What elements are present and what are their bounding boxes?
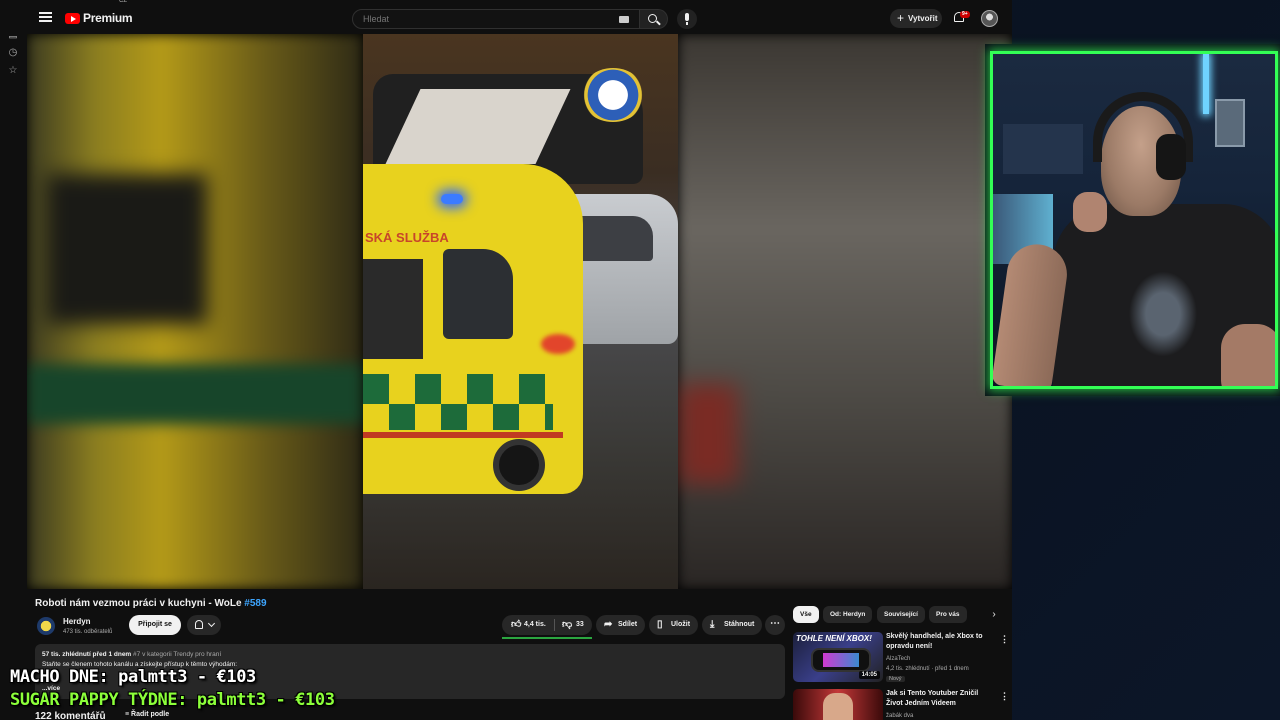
account-avatar[interactable]: [981, 10, 998, 27]
more-vert-icon[interactable]: ⋮: [1000, 634, 1009, 645]
thumb-down-icon: 👎︎: [562, 619, 573, 630]
channel-avatar[interactable]: [37, 617, 55, 635]
recommended-title: Jak si Tento Youtuber Zničil Život Jední…: [886, 690, 979, 707]
logo-text: Premium: [83, 11, 133, 25]
donation-top-day: MACHO DNE: palmtt3 - €103: [10, 667, 256, 687]
dislike-button[interactable]: 👎︎ 33: [555, 615, 592, 635]
star-icon[interactable]: ☆: [7, 65, 19, 77]
donation-top-week: SUGAR PAPPY TÝDNE: palmtt3 - €103: [10, 690, 335, 710]
create-label: Vytvořit: [908, 14, 938, 23]
like-button[interactable]: 👍︎ 4,4 tis.: [502, 615, 554, 635]
search-icon: [648, 14, 657, 23]
blurred-backdrop-left: [27, 34, 363, 589]
download-button[interactable]: ⤓ Stáhnout: [702, 615, 763, 635]
video-title: Roboti nám vezmou práci v kuchyni - WoLe…: [35, 598, 267, 609]
red-light: [541, 334, 575, 354]
subscriber-count: 473 tis. odběratelů: [63, 629, 113, 635]
recommended-video[interactable]: Jak si Tento Youtuber Zničil Život Jední…: [793, 689, 1009, 720]
chevron-down-icon: [207, 619, 216, 628]
chip-from-channel[interactable]: Od: Herdyn: [823, 606, 873, 623]
recommended-meta: 4,2 tis. zhlédnutí · před 1 dnem: [886, 666, 969, 672]
chip-related[interactable]: Související: [877, 606, 925, 623]
recommendations-column: Vše Od: Herdyn Související Pro vás › TOH…: [787, 589, 1012, 720]
plus-icon: +: [897, 11, 905, 25]
ambulance: SKÁ SLUŽBA: [363, 164, 583, 494]
stream-scene: ◎ ▤ ◷ ☆ Premium CZ + Vytvořit 9+: [0, 0, 1280, 720]
youtube-window: ◎ ▤ ◷ ☆ Premium CZ + Vytvořit 9+: [0, 0, 1012, 720]
video-thumbnail[interactable]: [793, 689, 883, 720]
bell-icon: [195, 620, 203, 629]
like-dislike-group: 👍︎ 4,4 tis. 👎︎ 33: [502, 615, 592, 639]
more-vert-icon[interactable]: ⋮: [1000, 691, 1009, 702]
search-box: [352, 9, 640, 29]
youtube-play-icon: [65, 12, 80, 24]
like-ratio-bar: [502, 637, 592, 639]
download-icon: ⤓: [710, 619, 715, 630]
webcam-overlay: [985, 44, 1280, 396]
recommended-title: Skvělý handheld, ale Xbox to opravdu nen…: [886, 633, 983, 650]
chevron-right-icon[interactable]: ›: [987, 606, 1001, 623]
thumbnail-caption: TOHLE NENÍ XBOX!: [796, 634, 872, 643]
masthead: Premium CZ + Vytvořit 9+: [0, 0, 1012, 36]
youtube-logo[interactable]: Premium: [65, 11, 133, 25]
channel-name[interactable]: Herdyn: [63, 617, 91, 626]
region-code: CZ: [119, 0, 127, 4]
subscription-bell-button[interactable]: [187, 615, 221, 635]
bookmark-icon: ▯: [657, 619, 663, 630]
ambulance-lettering: SKÁ SLUŽBA: [365, 230, 449, 245]
new-badge: Nový: [886, 676, 905, 682]
video-duration: 14:05: [858, 671, 880, 679]
blue-beacon: [441, 194, 463, 204]
search-button[interactable]: [640, 9, 668, 29]
notification-badge: 9+: [960, 11, 970, 18]
video-thumbnail[interactable]: TOHLE NENÍ XBOX! 14:05: [793, 632, 883, 682]
keyboard-icon[interactable]: [619, 16, 629, 23]
recommended-channel: AlzaTech: [886, 656, 911, 662]
video-player[interactable]: SKÁ SLUŽBA: [27, 34, 1012, 589]
join-button[interactable]: Připojit se: [129, 615, 181, 635]
title-hashtag[interactable]: #589: [244, 598, 266, 609]
ems-logo-icon: [581, 68, 645, 122]
save-button[interactable]: ▯ Uložit: [649, 615, 699, 635]
more-actions-button[interactable]: ⋯: [765, 615, 785, 635]
voice-search-button[interactable]: [677, 9, 697, 29]
recommended-channel: žabák dva: [886, 713, 914, 719]
chip-for-you[interactable]: Pro vás: [929, 606, 967, 623]
webcam-frame: [990, 51, 1278, 389]
menu-icon[interactable]: [39, 12, 52, 22]
share-icon: ➦: [604, 619, 613, 630]
create-button[interactable]: + Vytvořit: [890, 9, 942, 28]
chip-all[interactable]: Vše: [793, 606, 819, 623]
blurred-backdrop-right: [678, 34, 1012, 589]
thumb-up-icon: 👍︎: [511, 619, 522, 630]
sort-button[interactable]: ≡ Řadit podle: [125, 711, 169, 718]
recommended-video[interactable]: TOHLE NENÍ XBOX! 14:05 Skvělý handheld, …: [793, 632, 1009, 684]
share-button[interactable]: ➦ Sdílet: [596, 615, 646, 635]
ambulance-wheel: [493, 439, 545, 491]
search-input[interactable]: [363, 14, 613, 24]
mini-sidebar: ◎ ▤ ◷ ☆: [0, 0, 26, 720]
comment-count: 122 komentářů: [35, 711, 106, 720]
view-stats: 57 tis. zhlédnutí před 1 dnem #7 v kateg…: [42, 651, 222, 658]
video-frame: SKÁ SLUŽBA: [363, 34, 678, 589]
microphone-icon: [685, 13, 689, 25]
history-icon[interactable]: ◷: [7, 47, 19, 59]
